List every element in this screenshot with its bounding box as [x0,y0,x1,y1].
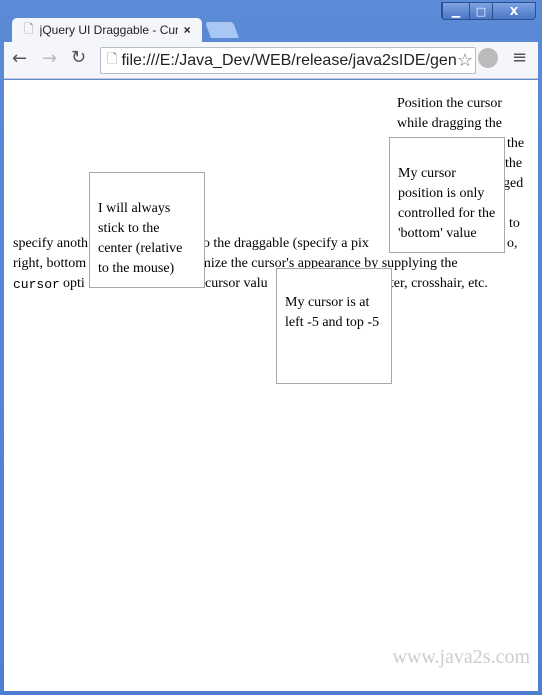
text-line: while dragging the [397,116,502,131]
close-window-button[interactable]: X [492,3,535,19]
text-fragment: ged [503,176,524,191]
minimize-button[interactable]: ▁ [442,3,469,19]
text-fragment: specify anoth [13,236,89,251]
text-fragment: to [509,216,520,231]
text-fragment: right, bottom [13,256,87,271]
page-icon: 🗋 [107,50,118,66]
extension-icon[interactable] [478,48,498,68]
text-fragment: inter, crosshair, etc. [379,276,488,291]
text-fragment: opti [63,276,85,291]
tab-close-icon[interactable]: × [184,23,191,37]
text-fragment: the [507,136,525,151]
reload-icon[interactable]: ↻ [71,47,86,68]
back-icon[interactable]: ← [12,48,27,69]
code-cursor: cursor [13,277,60,292]
text-fragment: to the draggable (specify a pix [199,236,369,251]
tab-active[interactable]: 🗋 jQuery UI Draggable - Cur × [12,18,202,42]
draggable-center[interactable]: I will always stick to the center (relat… [89,172,205,288]
draggable-left-top[interactable]: My cursor is at left -5 and top -5 [276,268,392,384]
text-fragment: cursor valu [205,276,268,291]
menu-icon[interactable]: ≡ [512,47,527,68]
forward-icon[interactable]: → [42,48,57,69]
url-text[interactable]: file:///E:/Java_Dev/WEB/release/java2sID… [121,52,456,70]
address-bar[interactable]: 🗋 file:///E:/Java_Dev/WEB/release/java2s… [100,47,476,74]
window-controls: ▁ □ X [441,2,536,20]
page-content: Position the cursor while dragging the t… [4,80,538,691]
new-tab-button[interactable] [205,22,239,38]
draggable-bottom[interactable]: My cursor position is only controlled fo… [389,137,505,253]
text-line: Position the cursor [397,96,502,111]
watermark: www.java2s.com [392,646,530,668]
browser-window: ▁ □ X 🗋 jQuery UI Draggable - Cur × ← → … [0,0,542,695]
maximize-button[interactable]: □ [469,3,492,19]
text-fragment: o, [507,236,518,251]
tab-title: jQuery UI Draggable - Cur [39,23,178,37]
page-icon: 🗋 [24,21,34,36]
toolbar: ← → ↻ 🗋 file:///E:/Java_Dev/WEB/release/… [4,42,538,79]
text-fragment: the [505,156,523,171]
star-icon[interactable]: ☆ [456,50,473,71]
